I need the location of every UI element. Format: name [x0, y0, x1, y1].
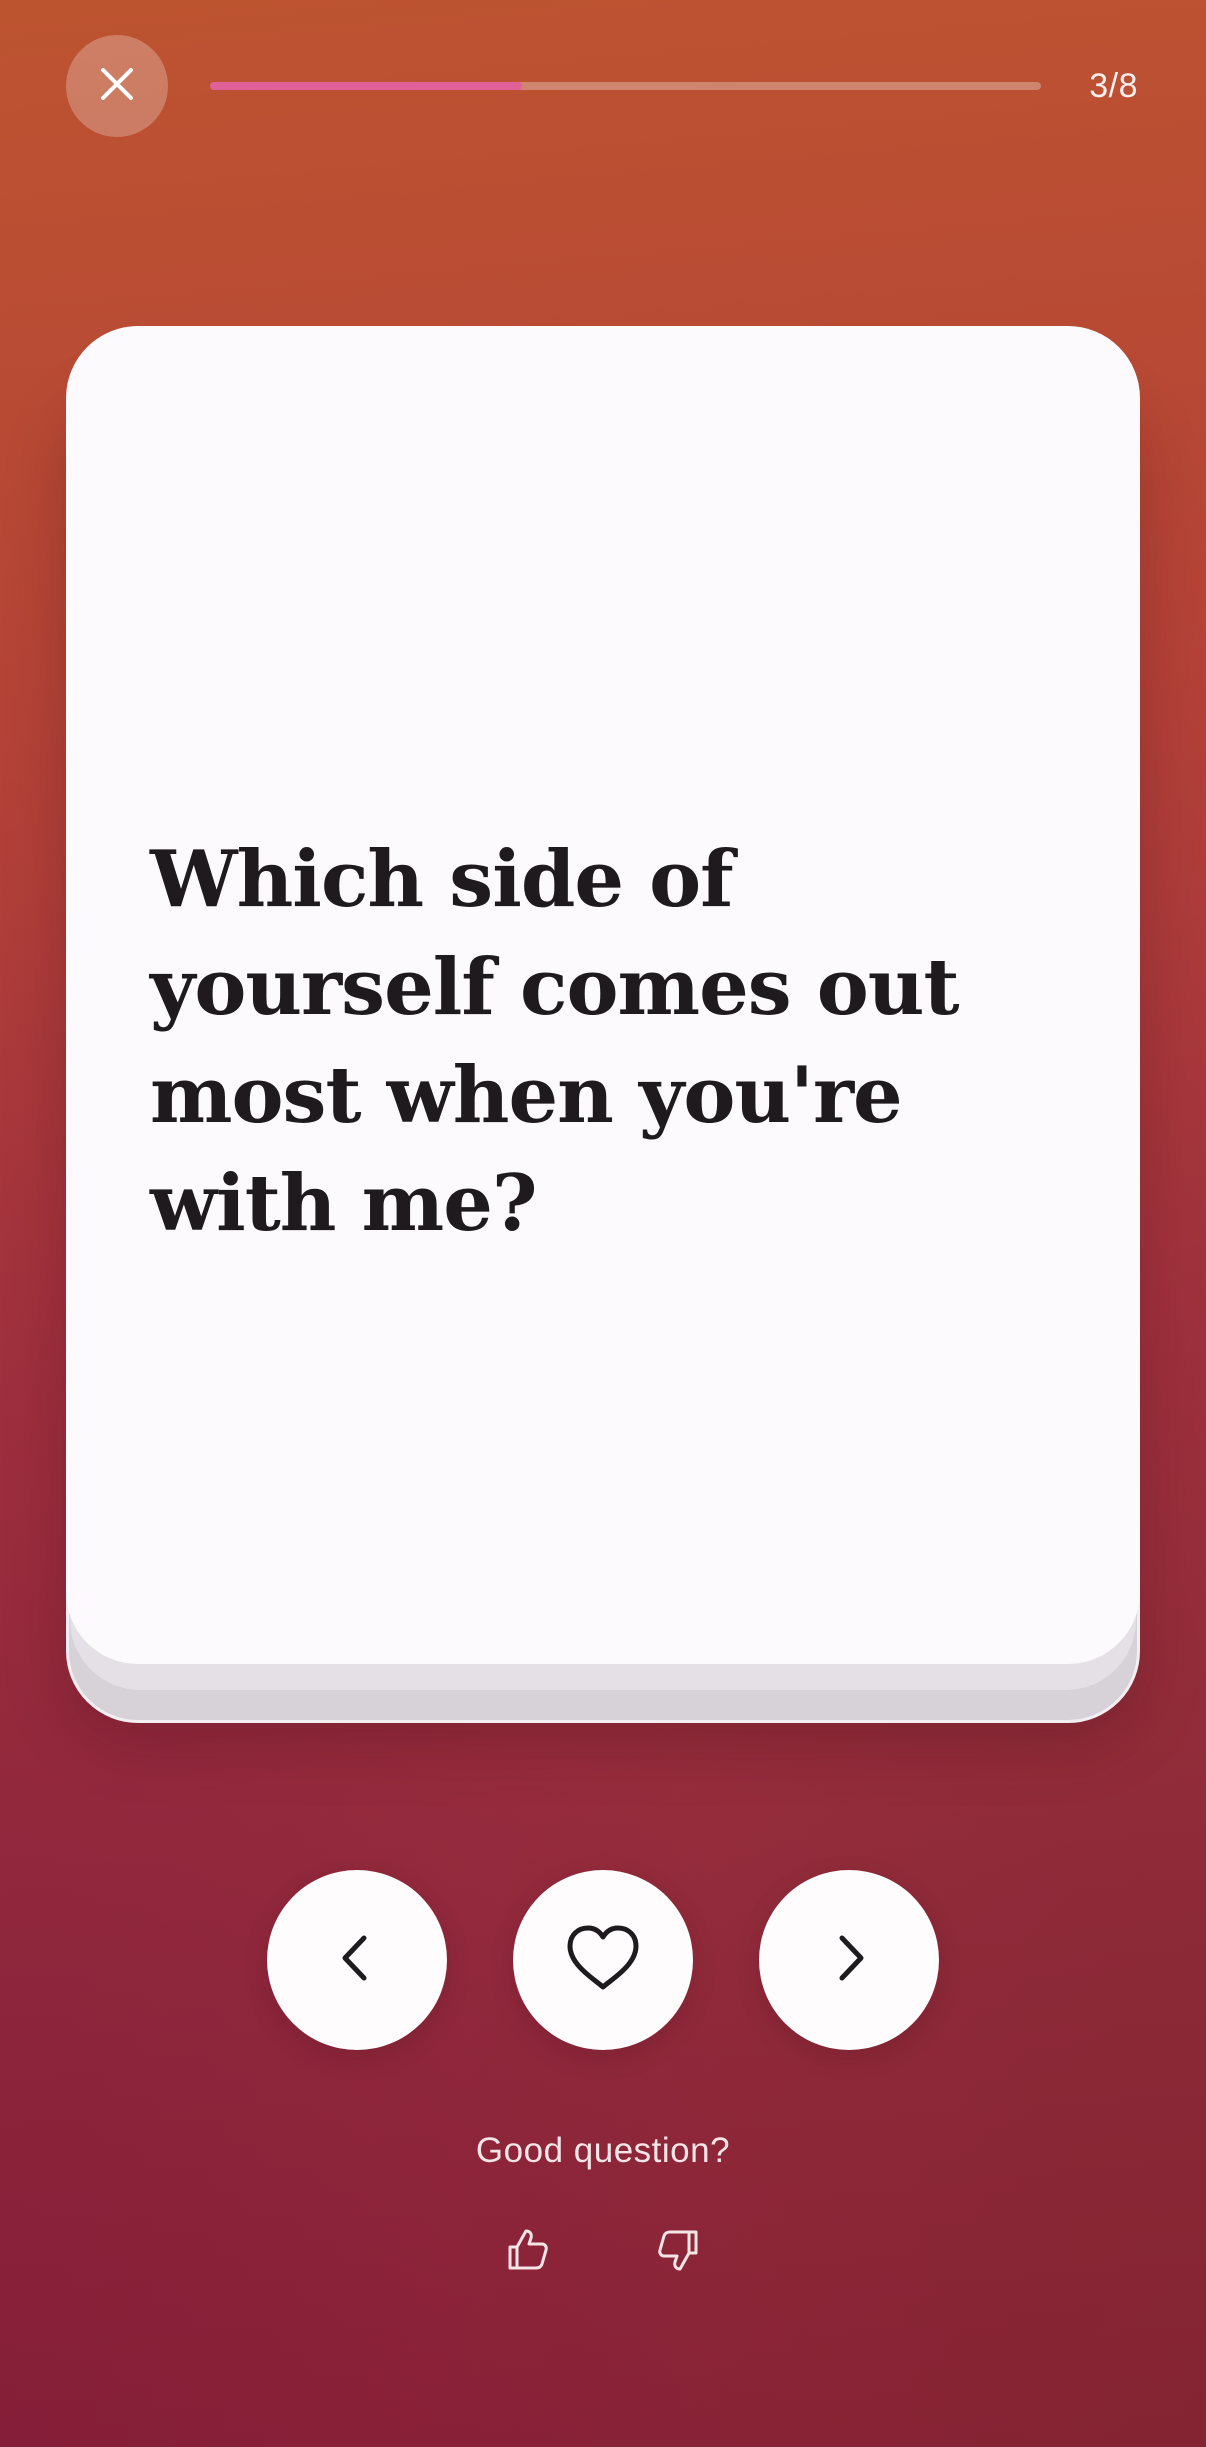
- thumbs-up-icon: [504, 2226, 552, 2279]
- question-text: Which side of yourself comes out most wh…: [150, 834, 960, 1249]
- thumbs-down-icon: [654, 2226, 702, 2279]
- progress-bar: [210, 82, 1041, 90]
- close-icon: [99, 66, 135, 107]
- heart-icon: [564, 1923, 642, 1998]
- progress-bar-fill: [210, 82, 522, 90]
- chevron-right-icon: [819, 1928, 879, 1993]
- feedback-prompt: Good question?: [475, 2131, 731, 2170]
- favorite-button[interactable]: [513, 1870, 693, 2050]
- progress-counter: 3/8: [1089, 67, 1138, 105]
- chevron-left-icon: [327, 1928, 387, 1993]
- thumbs-up-button[interactable]: [500, 2224, 556, 2280]
- thumbs-down-button[interactable]: [650, 2224, 706, 2280]
- close-button[interactable]: [66, 35, 168, 137]
- previous-button[interactable]: [267, 1870, 447, 2050]
- question-card[interactable]: Which side of yourself comes out most wh…: [66, 326, 1140, 1664]
- next-button[interactable]: [759, 1870, 939, 2050]
